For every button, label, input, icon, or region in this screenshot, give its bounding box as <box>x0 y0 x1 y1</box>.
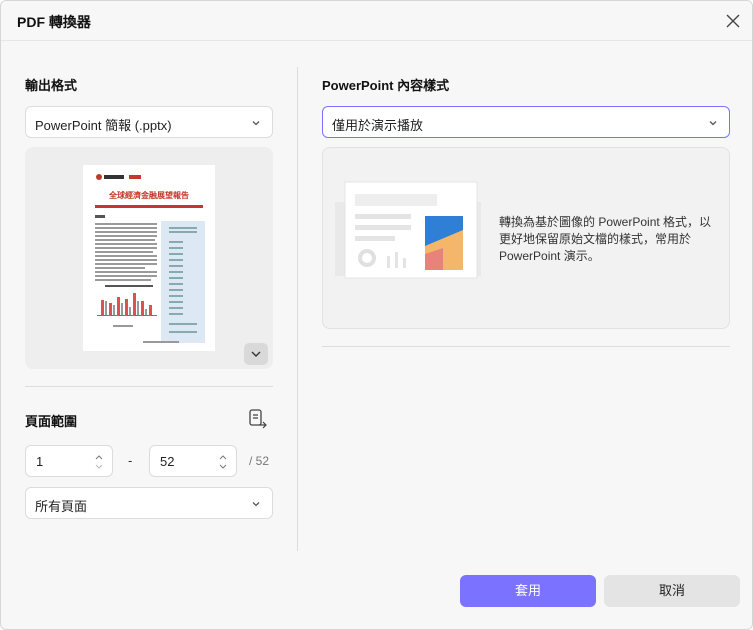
page-from-value: 1 <box>36 454 44 469</box>
cancel-button[interactable]: 取消 <box>604 575 740 607</box>
title-bar: PDF 轉換器 <box>1 1 752 41</box>
dialog-title: PDF 轉換器 <box>17 14 91 30</box>
stepper-arrows-icon[interactable] <box>94 450 104 474</box>
output-format-label: 輸出格式 <box>25 78 78 93</box>
page-to-value: 52 <box>160 454 175 469</box>
left-divider <box>25 386 273 387</box>
ppt-style-select[interactable]: 僅用於演示播放 <box>322 106 730 138</box>
chevron-down-icon <box>251 351 261 357</box>
stepper-arrows-icon[interactable] <box>218 450 228 474</box>
ppt-style-value: 僅用於演示播放 <box>332 118 424 133</box>
output-format-value: PowerPoint 簡報 (.pptx) <box>35 118 172 133</box>
page-swap-icon[interactable] <box>247 408 269 430</box>
close-icon <box>726 14 740 28</box>
apply-button[interactable]: 套用 <box>460 575 596 607</box>
document-preview: 全球經濟金融展望報告 <box>25 147 273 369</box>
image-based-slide-illustration <box>335 181 481 279</box>
chevron-down-icon <box>709 121 717 126</box>
close-button[interactable] <box>721 9 745 33</box>
range-separator: - <box>128 453 133 468</box>
doc-title: 全球經濟金融展望報告 <box>108 190 189 200</box>
expand-preview-button[interactable] <box>244 343 268 365</box>
right-divider <box>322 346 730 347</box>
page-to-input[interactable]: 52 <box>149 445 237 477</box>
chevron-down-icon <box>252 502 260 507</box>
output-format-select[interactable]: PowerPoint 簡報 (.pptx) <box>25 106 273 138</box>
ppt-style-description: 轉換為基於圖像的 PowerPoint 格式，以更好地保留原始文檔的樣式，常用於… <box>499 215 712 263</box>
page-range-label: 頁面範圍 <box>25 414 78 429</box>
ppt-style-card: 轉換為基於圖像的 PowerPoint 格式，以更好地保留原始文檔的樣式，常用於… <box>322 147 730 329</box>
page-from-input[interactable]: 1 <box>25 445 113 477</box>
ppt-style-label: PowerPoint 內容樣式 <box>322 78 450 93</box>
pdf-converter-dialog: PDF 轉換器 輸出格式 PowerPoint 簡報 (.pptx) 全球經濟金… <box>0 0 753 630</box>
page-subset-select[interactable]: 所有頁面 <box>25 487 273 519</box>
page-subset-value: 所有頁面 <box>35 499 88 514</box>
chevron-down-icon <box>252 121 260 126</box>
column-divider <box>297 67 298 551</box>
total-pages: / 52 <box>249 454 270 468</box>
document-thumbnail: 全球經濟金融展望報告 <box>83 165 215 351</box>
